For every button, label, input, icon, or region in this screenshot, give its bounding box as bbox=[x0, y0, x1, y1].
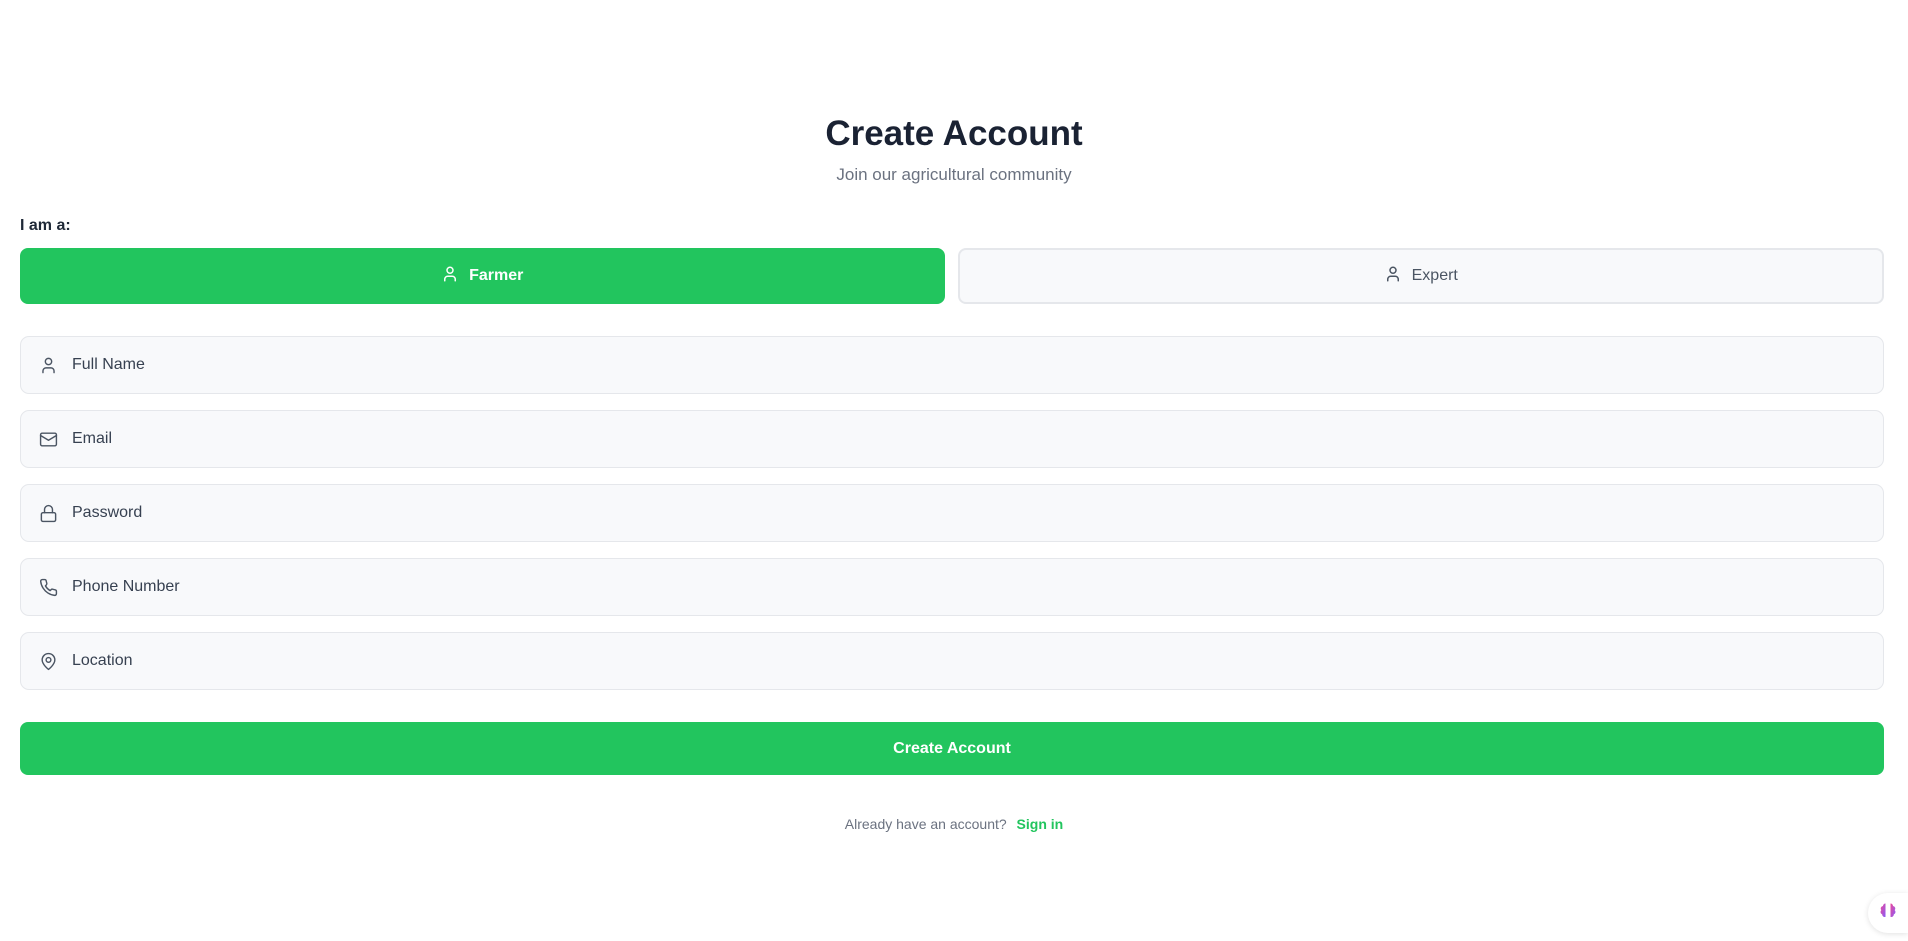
user-icon bbox=[441, 265, 459, 288]
role-farmer-label: Farmer bbox=[469, 267, 524, 284]
role-label: I am a: bbox=[20, 217, 71, 234]
brain-icon bbox=[1878, 901, 1898, 926]
map-pin-icon bbox=[38, 651, 58, 671]
create-account-button[interactable]: Create Account bbox=[20, 722, 1884, 775]
location-input[interactable] bbox=[70, 632, 1883, 690]
user-icon bbox=[1384, 265, 1402, 288]
signin-prompt-text: Already have an account? bbox=[844, 816, 1007, 832]
lock-icon bbox=[38, 503, 58, 523]
role-selector: Farmer Expert bbox=[20, 248, 1884, 304]
header: Create Account Join our agricultural com… bbox=[0, 112, 1908, 186]
role-farmer-button[interactable]: Farmer bbox=[20, 248, 945, 304]
phone-icon bbox=[38, 577, 58, 597]
mail-icon bbox=[38, 429, 58, 449]
signup-form: I am a: Farmer Expert Full Name Email Ph… bbox=[20, 216, 1884, 775]
full-name-input[interactable] bbox=[70, 336, 1883, 394]
input-fields bbox=[20, 336, 1884, 690]
role-expert-label: Expert bbox=[1411, 267, 1458, 284]
email-input[interactable] bbox=[70, 410, 1883, 468]
role-expert-button[interactable]: Expert bbox=[957, 248, 1884, 304]
location-field[interactable] bbox=[20, 632, 1884, 690]
signup-page: Create Account Join our agricultural com… bbox=[0, 0, 1908, 941]
assistant-floating-button[interactable] bbox=[1868, 893, 1908, 933]
password-input[interactable] bbox=[70, 484, 1883, 542]
page-subtitle: Join our agricultural community bbox=[836, 165, 1072, 184]
page-title: Create Account bbox=[825, 114, 1083, 153]
phone-field[interactable] bbox=[20, 558, 1884, 616]
email-field[interactable] bbox=[20, 410, 1884, 468]
full-name-field[interactable] bbox=[20, 336, 1884, 394]
sign-in-link[interactable]: Sign in bbox=[1017, 816, 1064, 832]
signin-prompt: Already have an account? Sign in bbox=[0, 816, 1908, 832]
user-icon bbox=[38, 355, 58, 375]
password-field[interactable] bbox=[20, 484, 1884, 542]
phone-input[interactable] bbox=[70, 558, 1883, 616]
